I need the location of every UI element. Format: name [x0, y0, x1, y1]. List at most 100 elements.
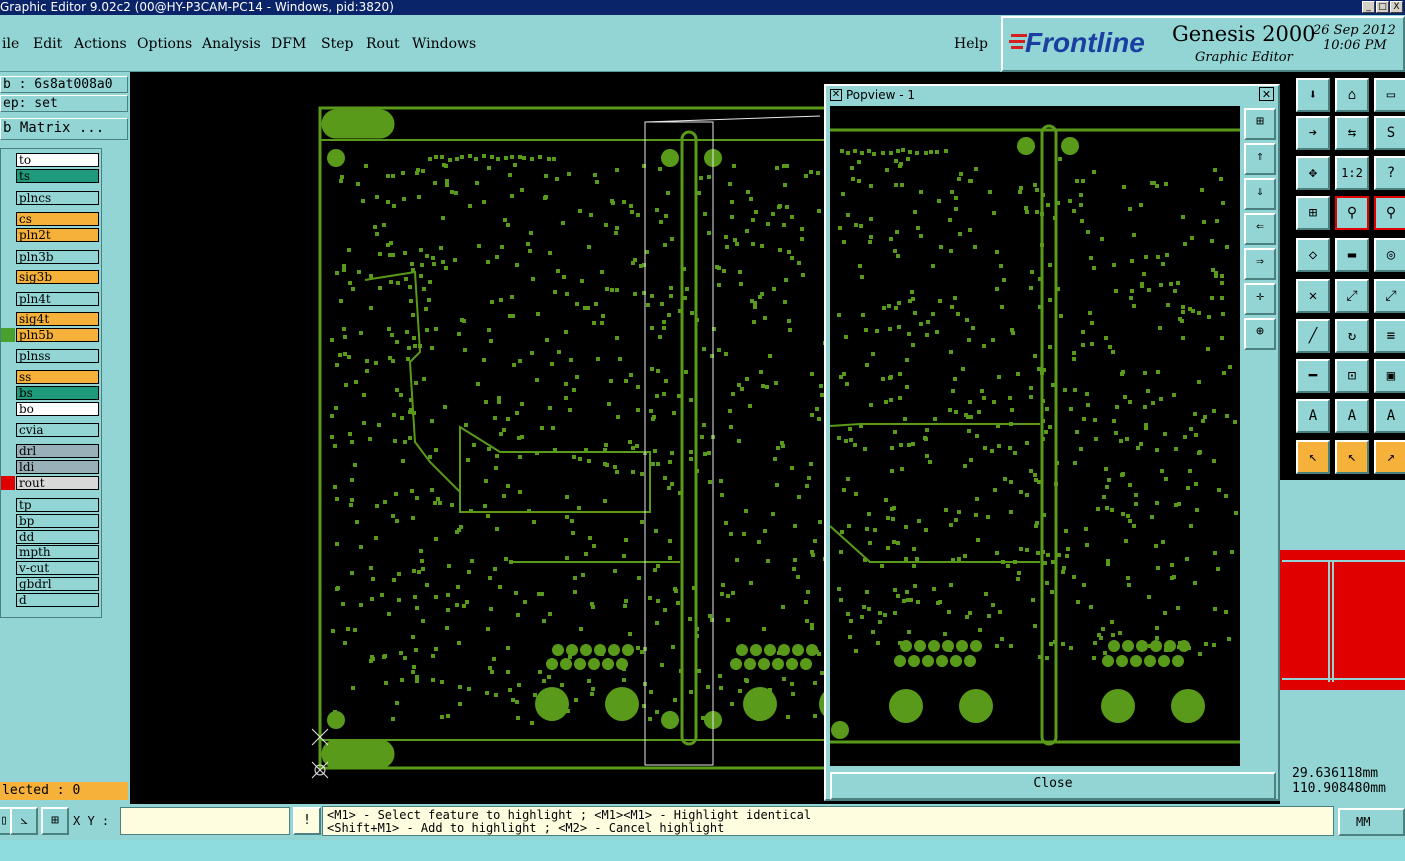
- menu-options[interactable]: Options: [137, 36, 192, 52]
- layer-name[interactable]: cs: [16, 212, 99, 226]
- layer-color-marker[interactable]: [1, 423, 15, 437]
- menu-help[interactable]: Help: [954, 36, 988, 52]
- layer-row-ss[interactable]: ss: [1, 370, 101, 385]
- layer-color-marker[interactable]: [1, 349, 15, 363]
- menu-edit[interactable]: Edit: [33, 36, 62, 52]
- layer-row-pln4t[interactable]: pln4t: [1, 292, 101, 307]
- layer-name[interactable]: gbdrl: [16, 577, 99, 591]
- layer-row-drl[interactable]: drl: [1, 444, 101, 459]
- pop-zoom-in-button[interactable]: ✛: [1244, 283, 1276, 315]
- grid-icon[interactable]: ⊞: [1296, 196, 1330, 230]
- layer-row-bs[interactable]: bs: [1, 386, 101, 401]
- maximize-button[interactable]: □: [1376, 1, 1389, 13]
- layer-color-marker[interactable]: [1, 498, 15, 512]
- layer-color-marker[interactable]: [1, 402, 15, 416]
- layer-row-d[interactable]: d: [1, 593, 101, 608]
- layer-color-marker[interactable]: [1, 476, 15, 490]
- layer-color-marker[interactable]: [1, 545, 15, 559]
- text-a-icon[interactable]: A: [1296, 399, 1330, 433]
- line-icon[interactable]: ╱: [1296, 319, 1330, 353]
- layer-name[interactable]: sig3b: [16, 270, 99, 284]
- layer-name[interactable]: cvia: [16, 423, 99, 437]
- layer-color-marker[interactable]: [1, 270, 15, 284]
- close-window-button[interactable]: X: [1390, 1, 1403, 13]
- net2-icon[interactable]: ⚲: [1374, 196, 1405, 230]
- angle-button[interactable]: ⦣: [10, 807, 38, 835]
- layer-color-marker[interactable]: [1, 292, 15, 306]
- layer-color-marker[interactable]: [1, 561, 15, 575]
- layer-name[interactable]: pln2t: [16, 228, 99, 242]
- layer-row-to[interactable]: to: [1, 153, 101, 168]
- pop-zoom-fit-button[interactable]: ⊞: [1244, 108, 1276, 140]
- menu-step[interactable]: Step: [321, 36, 353, 52]
- layer-name[interactable]: pln3b: [16, 250, 99, 264]
- layer-name[interactable]: pln4t: [16, 292, 99, 306]
- layer-row-v-cut[interactable]: v-cut: [1, 561, 101, 576]
- grid-snap-button[interactable]: ⊞: [41, 807, 69, 835]
- layer-color-marker[interactable]: [1, 212, 15, 226]
- move-icon[interactable]: ⤢: [1335, 279, 1369, 313]
- ratio-icon[interactable]: 1:2: [1335, 156, 1369, 190]
- route-icon[interactable]: ≡: [1374, 319, 1405, 353]
- layer-name[interactable]: d: [16, 593, 99, 607]
- layer-row-tp[interactable]: tp: [1, 498, 101, 513]
- layer-color-marker[interactable]: [1, 530, 15, 544]
- layer-name[interactable]: ts: [16, 169, 99, 183]
- menu-analysis[interactable]: Analysis: [202, 36, 261, 52]
- ruler-icon[interactable]: ▬: [1335, 238, 1369, 272]
- import-icon[interactable]: ➔: [1296, 116, 1330, 150]
- pop-up-button[interactable]: ⇑: [1244, 143, 1276, 175]
- layer-name[interactable]: pln5b: [16, 328, 99, 342]
- layer-name[interactable]: sig4t: [16, 312, 99, 326]
- menu-dfm[interactable]: DFM: [271, 36, 306, 52]
- layer-row-cs[interactable]: cs: [1, 212, 101, 227]
- layer-row-sig4t[interactable]: sig4t: [1, 312, 101, 327]
- layer-row-dd[interactable]: dd: [1, 530, 101, 545]
- layer-color-marker[interactable]: [1, 328, 15, 342]
- shapes-icon[interactable]: ▣: [1374, 359, 1405, 393]
- layer-name[interactable]: ldi: [16, 460, 99, 474]
- layer-name[interactable]: bs: [16, 386, 99, 400]
- layer-name[interactable]: rout: [16, 476, 99, 490]
- layer-name[interactable]: ss: [16, 370, 99, 384]
- layer-color-marker[interactable]: [1, 444, 15, 458]
- pop-down-button[interactable]: ⇓: [1244, 178, 1276, 210]
- layer-row-pln2t[interactable]: pln2t: [1, 228, 101, 243]
- menu-rout[interactable]: Rout: [366, 36, 400, 52]
- layer-name[interactable]: tp: [16, 498, 99, 512]
- select-icon[interactable]: ↖: [1296, 440, 1330, 474]
- layer-color-marker[interactable]: [1, 153, 15, 167]
- shape-icon[interactable]: ◇: [1296, 238, 1330, 272]
- fit-icon[interactable]: ✥: [1296, 156, 1330, 190]
- popview-close-icon[interactable]: ✕: [1259, 87, 1274, 101]
- text-a2-icon[interactable]: A: [1335, 399, 1369, 433]
- layer-color-marker[interactable]: [1, 370, 15, 384]
- cross-icon[interactable]: ✕: [1296, 279, 1330, 313]
- menu-actions[interactable]: Actions: [74, 36, 127, 52]
- menu-windows[interactable]: Windows: [412, 36, 476, 52]
- layer-name[interactable]: dd: [16, 530, 99, 544]
- info-button[interactable]: !: [293, 807, 321, 835]
- layer-name[interactable]: plnss: [16, 349, 99, 363]
- layer-name[interactable]: drl: [16, 444, 99, 458]
- layer-row-bo[interactable]: bo: [1, 402, 101, 417]
- measure-icon[interactable]: ⊡: [1335, 359, 1369, 393]
- layer-color-marker[interactable]: [1, 593, 15, 607]
- layer-color-marker[interactable]: [1, 386, 15, 400]
- layer-name[interactable]: to: [16, 153, 99, 167]
- layer-color-marker[interactable]: [1, 250, 15, 264]
- layer-row-plnss[interactable]: plnss: [1, 349, 101, 364]
- layer-row-pln5b[interactable]: pln5b: [1, 328, 101, 343]
- home-icon[interactable]: ⌂: [1335, 78, 1369, 112]
- layer-name[interactable]: plncs: [16, 191, 99, 205]
- pop-left-button[interactable]: ⇐: [1244, 213, 1276, 245]
- layer-color-marker[interactable]: [1, 514, 15, 528]
- layer-color-marker[interactable]: [1, 191, 15, 205]
- units-select[interactable]: MM: [1338, 808, 1405, 836]
- layer-color-marker[interactable]: [1, 312, 15, 326]
- layer-row-cvia[interactable]: cvia: [1, 423, 101, 438]
- layer-color-marker[interactable]: [1, 169, 15, 183]
- layer-color-marker[interactable]: [1, 460, 15, 474]
- layer-row-pln3b[interactable]: pln3b: [1, 250, 101, 265]
- layer-name[interactable]: bp: [16, 514, 99, 528]
